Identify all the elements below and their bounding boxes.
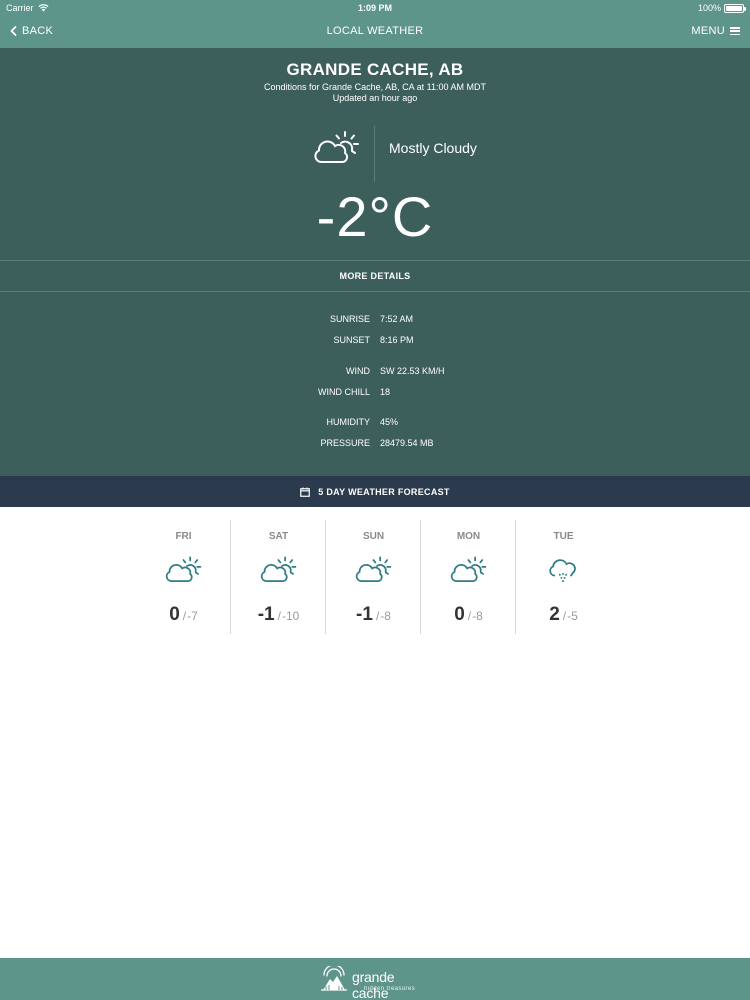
detail-label: WIND CHILL <box>317 387 370 397</box>
temp-separator: / <box>182 609 187 623</box>
current-temperature: -2°C <box>316 185 434 248</box>
footer: grande cache hidden treasures <box>0 958 750 1000</box>
battery-icon <box>724 3 746 13</box>
day-high: 2 <box>549 604 560 625</box>
detail-row-wind: WIND SW 22.53 KM/H <box>0 366 750 380</box>
detail-row-pressure: PRESSURE 28479.54 MB <box>0 438 750 452</box>
grande-cache-logo[interactable]: grande cache hidden treasures <box>320 966 432 1000</box>
weather-page: Carrier 1:09 PM 100% BACK LOCAL WEATHER … <box>0 0 750 1000</box>
temp-separator: / <box>277 609 281 623</box>
battery-indicator: 100% <box>697 3 746 13</box>
day-name: FRI <box>175 531 192 542</box>
detail-label: HUMIDITY <box>326 417 371 427</box>
day-temps: -1/-10 <box>231 604 326 626</box>
day-name: MON <box>456 531 481 542</box>
more-details-button[interactable]: MORE DETAILS <box>0 260 750 292</box>
logo-mark-icon <box>321 966 347 991</box>
chevron-left-icon <box>10 26 17 36</box>
logo-tagline: hidden treasures <box>364 986 416 992</box>
forecast-day-tue: TUE 2/-5 <box>516 520 611 634</box>
hamburger-icon <box>730 27 740 35</box>
forecast-day-sun: SUN -1/-8 <box>326 520 421 634</box>
detail-row-sunrise: SUNRISE 7:52 AM <box>0 314 750 328</box>
partly-cloudy-icon <box>449 555 487 585</box>
nav-title: LOCAL WEATHER <box>326 25 424 37</box>
updated-time: Updated an hour ago <box>332 93 418 103</box>
day-low: -10 <box>281 609 300 623</box>
forecast-header: 5 DAY WEATHER FORECAST <box>0 476 750 507</box>
partly-cloudy-icon <box>354 555 392 585</box>
detail-label: SUNSET <box>333 335 370 345</box>
day-high: 0 <box>454 604 465 625</box>
partly-cloudy-icon <box>314 131 359 163</box>
detail-row-sunset: SUNSET 8:16 PM <box>0 335 750 349</box>
temp-separator: / <box>562 609 567 623</box>
day-name: SAT <box>268 531 289 542</box>
menu-button[interactable]: MENU <box>691 25 740 37</box>
day-temps: 0/-8 <box>421 604 516 626</box>
logo-name: grande cache <box>352 969 395 1000</box>
condition-text: Mostly Cloudy <box>389 140 477 156</box>
conditions-subtitle: Conditions for Grande Cache, AB, CA at 1… <box>264 82 486 92</box>
day-low: -8 <box>380 609 391 623</box>
forecast-header-label: 5 DAY WEATHER FORECAST <box>318 486 450 497</box>
detail-value: 7:52 AM <box>380 314 414 324</box>
detail-label: SUNRISE <box>329 314 370 324</box>
day-temps: 2/-5 <box>516 604 611 626</box>
nav-bar: BACK LOCAL WEATHER MENU <box>0 16 750 48</box>
battery-percent: 100% <box>697 3 721 13</box>
day-high: -1 <box>356 604 373 625</box>
detail-row-wind-chill: WIND CHILL 18 <box>0 387 750 401</box>
day-name: TUE <box>553 531 574 542</box>
detail-label: WIND <box>346 366 370 376</box>
day-high: 0 <box>169 604 180 625</box>
forecast-day-mon: MON 0/-8 <box>421 520 516 634</box>
day-low: -8 <box>472 609 483 623</box>
day-temps: 0/-7 <box>136 604 231 626</box>
detail-value: 8:16 PM <box>380 335 414 345</box>
forecast-day-sat: SAT -1/-10 <box>231 520 326 634</box>
snow-cloud-icon <box>549 559 576 583</box>
partly-cloudy-icon <box>259 555 297 585</box>
partly-cloudy-icon <box>164 555 202 585</box>
back-label: BACK <box>22 25 54 37</box>
status-bar: Carrier 1:09 PM 100% <box>0 0 750 16</box>
detail-label: PRESSURE <box>320 438 370 448</box>
detail-value: 45% <box>380 417 399 427</box>
day-low: -7 <box>187 609 198 623</box>
day-temps: -1/-8 <box>326 604 421 626</box>
calendar-icon <box>300 487 311 497</box>
temp-separator: / <box>375 609 380 623</box>
status-time: 1:09 PM <box>357 3 392 13</box>
detail-row-humidity: HUMIDITY 45% <box>0 417 750 431</box>
current-conditions: GRANDE CACHE, AB Conditions for Grande C… <box>0 48 750 476</box>
forecast-day-fri: FRI 0/-7 <box>136 520 231 634</box>
detail-value: 18 <box>380 387 391 397</box>
condition-divider <box>374 126 375 182</box>
back-button[interactable]: BACK <box>10 25 53 37</box>
menu-label: MENU <box>691 25 725 37</box>
detail-value: SW 22.53 KM/H <box>380 366 445 376</box>
day-high: -1 <box>257 604 275 625</box>
forecast-days: FRI 0/-7 SAT -1/-10 SUN -1/-8 MON 0 /-8 … <box>136 520 612 634</box>
day-low: -5 <box>567 609 578 623</box>
day-name: SUN <box>362 531 385 542</box>
location-title: GRANDE CACHE, AB <box>286 60 464 79</box>
temp-separator: / <box>467 609 472 623</box>
detail-value: 28479.54 MB <box>380 438 434 448</box>
